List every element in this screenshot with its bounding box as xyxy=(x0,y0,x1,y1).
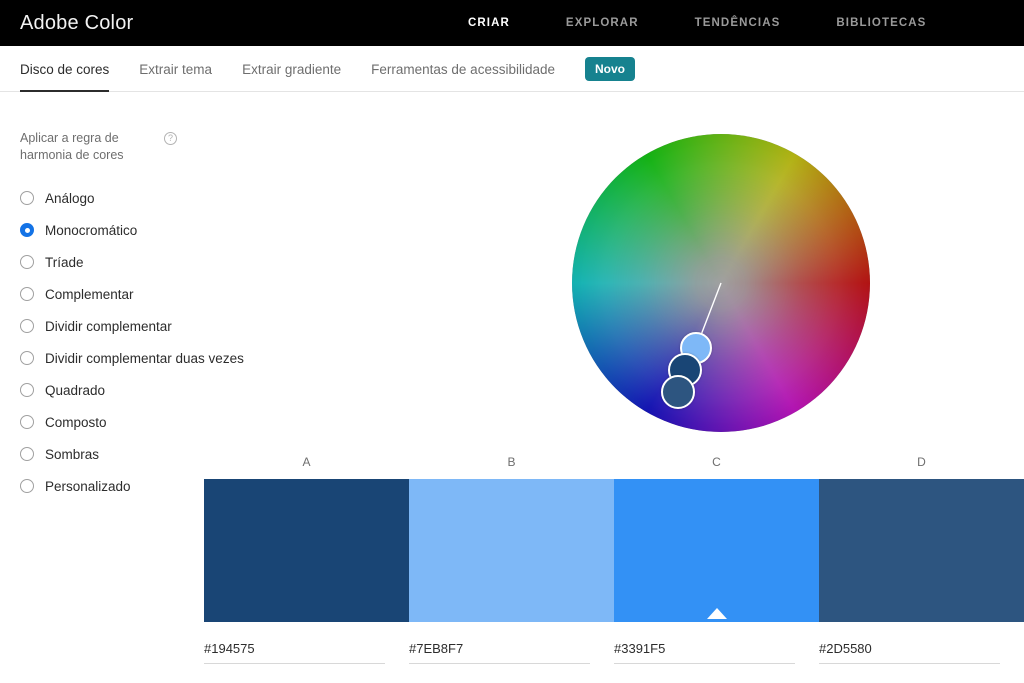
radio-indicator xyxy=(20,351,34,365)
radio-indicator xyxy=(20,383,34,397)
radio-label: Tríade xyxy=(45,255,84,270)
nav-item-criar[interactable]: CRIAR xyxy=(440,17,538,29)
tool-tabs: Disco de cores Extrair tema Extrair grad… xyxy=(20,46,635,92)
hex-cell-a xyxy=(204,640,409,672)
color-wheel-area xyxy=(572,134,870,432)
swatch-letter-b: B xyxy=(409,455,614,477)
radio-dividir-complementar[interactable]: Dividir complementar xyxy=(20,310,200,342)
radio-indicator xyxy=(20,479,34,493)
radio-personalizado[interactable]: Personalizado xyxy=(20,470,200,502)
color-swatch-strip xyxy=(204,479,1024,622)
nav-item-tendencias[interactable]: TENDÊNCIAS xyxy=(667,17,809,29)
nav-item-explorar[interactable]: EXPLORAR xyxy=(538,17,667,29)
radio-triade[interactable]: Tríade xyxy=(20,246,200,278)
radio-label: Monocromático xyxy=(45,223,137,238)
radio-quadrado[interactable]: Quadrado xyxy=(20,374,200,406)
radio-composto[interactable]: Composto xyxy=(20,406,200,438)
swatch-letter-c: C xyxy=(614,455,819,477)
radio-indicator xyxy=(20,255,34,269)
swatch-c[interactable] xyxy=(614,479,819,622)
tab-ferramentas-de-acessibilidade[interactable]: Ferramentas de acessibilidade xyxy=(371,46,567,92)
radio-complementar[interactable]: Complementar xyxy=(20,278,200,310)
radio-indicator-selected xyxy=(20,223,34,237)
swatch-b[interactable] xyxy=(409,479,614,622)
radio-label: Personalizado xyxy=(45,479,131,494)
radio-sombras[interactable]: Sombras xyxy=(20,438,200,470)
radio-indicator xyxy=(20,447,34,461)
swatch-a[interactable] xyxy=(204,479,409,622)
radio-dividir-complementar-duas-vezes[interactable]: Dividir complementar duas vezes xyxy=(20,342,200,374)
radio-label: Composto xyxy=(45,415,107,430)
secondary-tab-bar: Disco de cores Extrair tema Extrair grad… xyxy=(0,46,1024,92)
radio-label: Quadrado xyxy=(45,383,105,398)
hex-cell-d xyxy=(819,640,1024,672)
novo-badge[interactable]: Novo xyxy=(585,57,635,81)
hex-cell-c xyxy=(614,640,819,672)
hex-cell-b xyxy=(409,640,614,672)
hex-input-b[interactable] xyxy=(409,641,590,664)
harmony-rule-sidebar: Aplicar a regra de harmonia de cores ? A… xyxy=(0,92,200,502)
tab-extrair-tema[interactable]: Extrair tema xyxy=(139,46,224,92)
base-color-arrow-icon xyxy=(707,608,727,619)
radio-label: Análogo xyxy=(45,191,95,206)
wheel-marker-d[interactable] xyxy=(661,375,695,409)
hex-value-row xyxy=(204,640,1024,672)
radio-analogo[interactable]: Análogo xyxy=(20,182,200,214)
nav-item-bibliotecas[interactable]: BIBLIOTECAS xyxy=(808,17,954,29)
swatch-letter-d: D xyxy=(819,455,1024,477)
swatch-letter-a: A xyxy=(204,455,409,477)
harmony-rule-list: Análogo Monocromático Tríade Complementa… xyxy=(20,182,200,502)
radio-indicator xyxy=(20,191,34,205)
radio-label: Dividir complementar duas vezes xyxy=(45,351,244,366)
radio-label: Complementar xyxy=(45,287,134,302)
harmony-title: Aplicar a regra de harmonia de cores xyxy=(20,130,130,164)
adobe-color-logo[interactable]: Adobe Color xyxy=(20,12,133,35)
hex-input-d[interactable] xyxy=(819,641,1000,664)
radio-indicator xyxy=(20,319,34,333)
swatch-letter-row: A B C D xyxy=(204,455,1024,477)
swatch-d[interactable] xyxy=(819,479,1024,622)
primary-navigation: CRIAR EXPLORAR TENDÊNCIAS BIBLIOTECAS xyxy=(440,0,954,46)
tab-extrair-gradiente[interactable]: Extrair gradiente xyxy=(242,46,353,92)
top-header-bar: Adobe Color CRIAR EXPLORAR TENDÊNCIAS BI… xyxy=(0,0,1024,46)
color-wheel[interactable] xyxy=(572,134,870,432)
harmony-rule-line xyxy=(572,134,870,432)
harmony-heading: Aplicar a regra de harmonia de cores ? xyxy=(20,130,185,164)
radio-indicator xyxy=(20,415,34,429)
radio-label: Dividir complementar xyxy=(45,319,172,334)
info-question-icon[interactable]: ? xyxy=(164,132,177,145)
radio-monocromatico[interactable]: Monocromático xyxy=(20,214,200,246)
hex-input-a[interactable] xyxy=(204,641,385,664)
radio-label: Sombras xyxy=(45,447,99,462)
radio-indicator xyxy=(20,287,34,301)
tab-disco-de-cores[interactable]: Disco de cores xyxy=(20,46,121,92)
hex-input-c[interactable] xyxy=(614,641,795,664)
